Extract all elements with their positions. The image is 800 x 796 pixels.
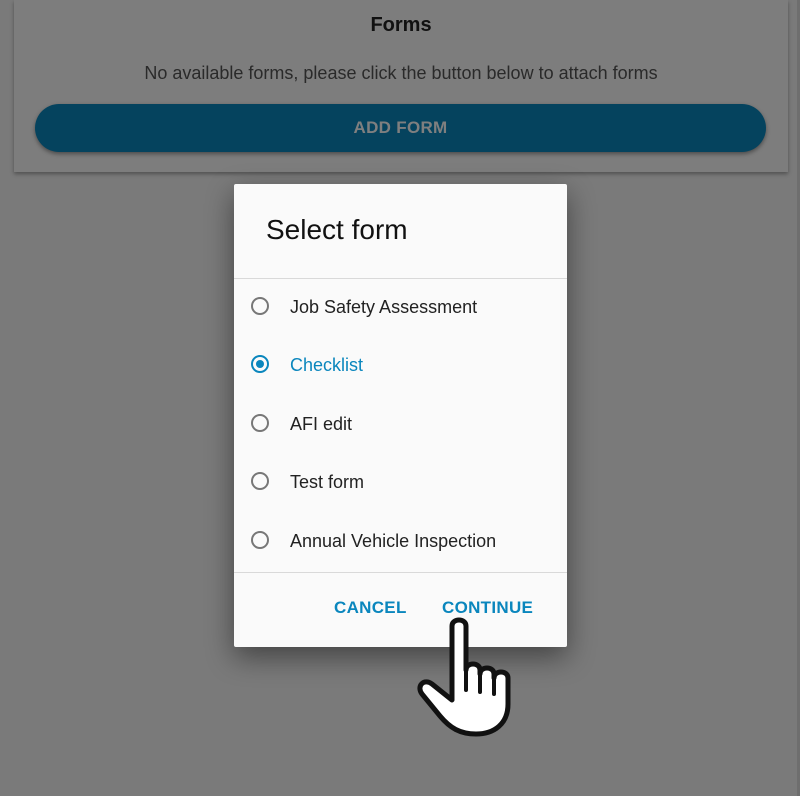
- option-label: Job Safety Assessment: [290, 297, 478, 317]
- option-annual-vehicle-inspection[interactable]: Annual Vehicle Inspection: [234, 513, 567, 571]
- option-label: AFI edit: [290, 414, 353, 434]
- radio-unselected-icon[interactable]: [251, 414, 269, 432]
- option-afi-edit[interactable]: AFI edit: [234, 396, 567, 454]
- radio-unselected-icon[interactable]: [251, 472, 269, 490]
- dialog-title: Select form: [266, 214, 408, 245]
- radio-unselected-icon[interactable]: [251, 531, 269, 549]
- option-label: Test form: [290, 472, 365, 492]
- pointing-hand-icon: [417, 617, 511, 737]
- option-test-form[interactable]: Test form: [234, 454, 567, 512]
- dialog-actions-divider: [234, 572, 567, 573]
- option-job-safety-assessment[interactable]: Job Safety Assessment: [234, 279, 567, 337]
- option-label: Annual Vehicle Inspection: [290, 531, 497, 551]
- select-form-dialog: Select form Job Safety Assessment Checkl…: [234, 184, 567, 647]
- radio-unselected-icon[interactable]: [251, 297, 269, 315]
- radio-selected-icon[interactable]: [251, 355, 269, 373]
- cancel-button[interactable]: CANCEL: [334, 598, 407, 618]
- option-label: Checklist: [290, 355, 364, 375]
- option-checklist[interactable]: Checklist: [234, 337, 567, 395]
